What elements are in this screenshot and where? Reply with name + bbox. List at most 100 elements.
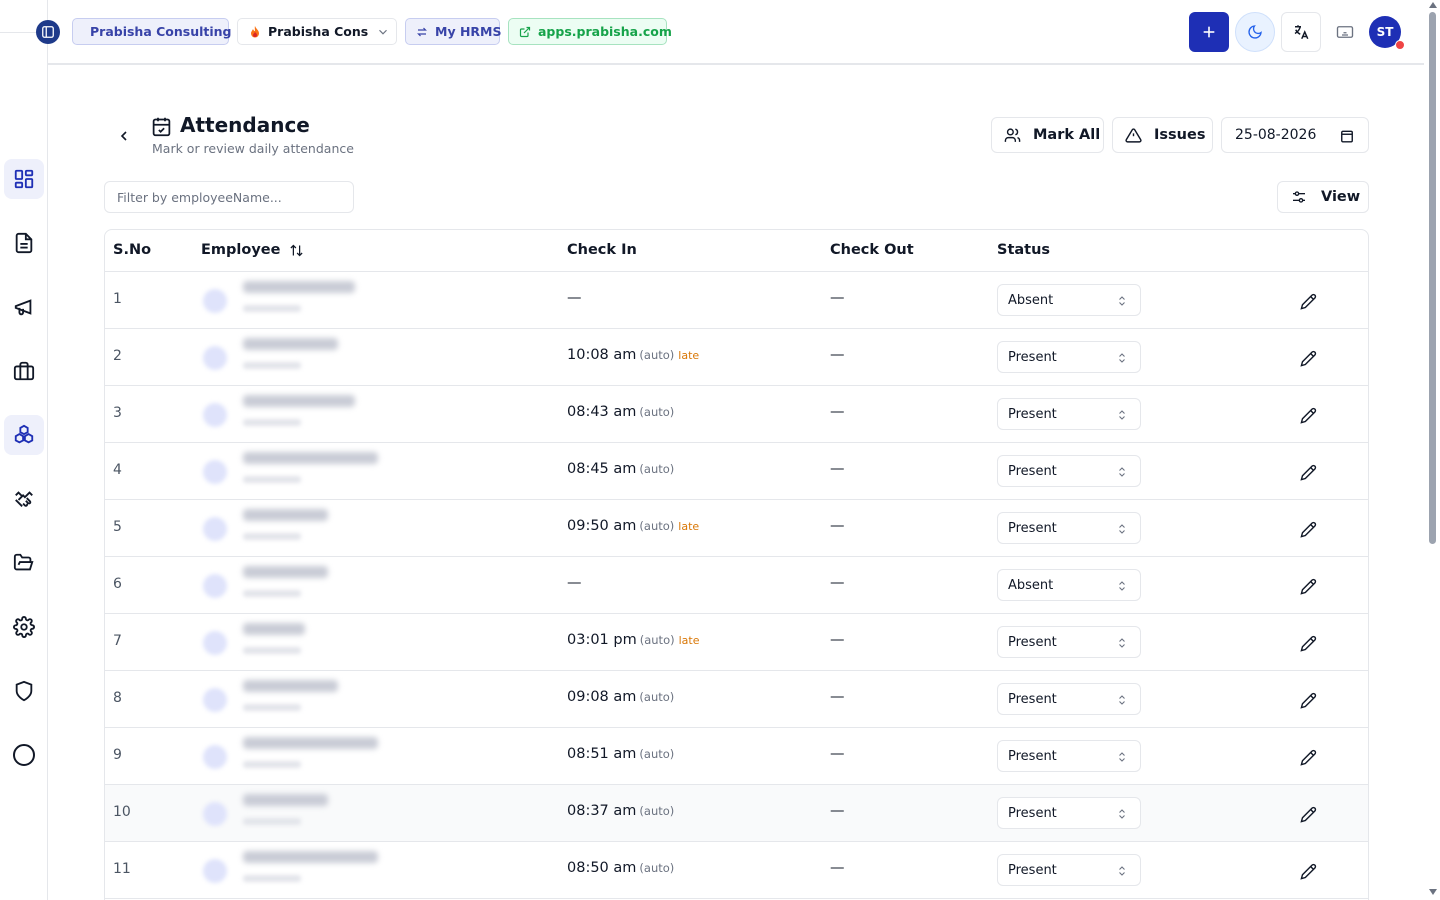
employee-name-redacted[interactable] [243,794,328,806]
edit-button[interactable] [1297,404,1319,426]
sidebar-item-security[interactable] [4,671,44,711]
handshake-icon [15,491,33,507]
organization-chip[interactable]: Prabisha Consulting [72,18,232,45]
user-avatar[interactable]: ST [1369,16,1405,50]
employee-avatar [203,517,227,541]
employee-name-redacted[interactable] [243,509,328,521]
employee-name-redacted[interactable] [243,680,338,692]
check-in-cell: 08:51 am (auto) [567,746,678,762]
page-scrollbar[interactable] [1426,0,1440,900]
status-select[interactable]: Present [997,626,1141,658]
chevron-down-icon [379,29,387,35]
view-options-button[interactable]: View [1277,181,1369,213]
status-select[interactable]: Present [997,455,1141,487]
row-serial-number: 11 [113,861,131,877]
employee-name-redacted[interactable] [243,338,338,350]
sidebar-item-settings[interactable] [4,607,44,647]
edit-button[interactable] [1297,803,1319,825]
check-out-cell: — [830,632,845,648]
employee-avatar [203,460,227,484]
edit-button[interactable] [1297,461,1319,483]
employee-name-redacted[interactable] [243,281,355,293]
check-out-cell: — [830,746,845,762]
employee-name-redacted[interactable] [243,623,305,635]
status-select[interactable]: Present [997,854,1141,886]
pencil-icon [1299,635,1316,652]
sidebar-item-more[interactable] [4,735,44,775]
table-row[interactable]: 11 08:50 am (auto) — Present [105,842,1368,899]
table-row[interactable]: 1 — — Absent [105,272,1368,329]
status-value: Present [1008,406,1057,422]
status-select[interactable]: Present [997,683,1141,715]
chevron-left-icon [120,131,127,141]
sidebar-item-jobs[interactable] [4,351,44,391]
sort-arrows-icon[interactable] [289,242,304,259]
edit-button[interactable] [1297,746,1319,768]
table-row[interactable]: 10 08:37 am (auto) — Present [105,785,1368,842]
sliders-icon [1293,191,1305,203]
edit-button[interactable] [1297,575,1319,597]
table-row[interactable]: 6 — — Absent [105,557,1368,614]
sidebar-item-files[interactable] [4,543,44,583]
table-row[interactable]: 4 08:45 am (auto) — Present [105,443,1368,500]
auto-tag: (auto) [639,519,675,533]
back-button[interactable] [112,124,136,148]
employee-filter-input[interactable] [104,181,354,213]
check-in-cell: — [567,575,589,591]
sidebar-toggle-button[interactable] [36,20,60,44]
employee-name-redacted[interactable] [243,452,378,464]
column-header-employee[interactable]: Employee [201,242,280,258]
employee-id-redacted [243,419,301,426]
language-button[interactable] [1281,12,1321,52]
edit-button[interactable] [1297,860,1319,882]
status-select[interactable]: Absent [997,284,1141,316]
edit-button[interactable] [1297,290,1319,312]
sidebar-item-partners[interactable] [4,479,44,519]
theme-toggle-button[interactable] [1235,12,1275,52]
employee-name-redacted[interactable] [243,851,378,863]
pencil-icon [1299,578,1316,595]
employee-name-redacted[interactable] [243,737,378,749]
status-select[interactable]: Present [997,341,1141,373]
employee-name-redacted[interactable] [243,395,355,407]
sidebar-item-dashboard[interactable] [4,159,44,199]
scrollbar-thumb[interactable] [1429,12,1436,544]
status-select[interactable]: Present [997,512,1141,544]
date-value: 25-08-2026 [1235,127,1317,143]
scroll-up-arrow[interactable] [1429,2,1437,8]
edit-button[interactable] [1297,689,1319,711]
table-row[interactable]: 5 09:50 am (auto) late — Present [105,500,1368,557]
auto-tag: (auto) [639,804,675,818]
scroll-down-arrow[interactable] [1429,889,1437,895]
employee-name-redacted[interactable] [243,566,328,578]
date-picker-input[interactable]: 25-08-2026 [1221,117,1369,153]
sidebar-item-documents[interactable] [4,223,44,263]
check-in-cell: 03:01 pm (auto) late [567,632,699,648]
table-row[interactable]: 2 10:08 am (auto) late — Present [105,329,1368,386]
status-select[interactable]: Absent [997,569,1141,601]
table-row[interactable]: 7 03:01 pm (auto) late — Present [105,614,1368,671]
status-select[interactable]: Present [997,398,1141,430]
table-row[interactable]: 9 08:51 am (auto) — Present [105,728,1368,785]
page-title: Attendance [180,113,310,137]
status-select[interactable]: Present [997,797,1141,829]
company-select[interactable]: Prabisha Cons... [237,18,397,45]
mark-all-button[interactable]: Mark All [991,117,1104,153]
status-value: Absent [1008,292,1054,308]
edit-button[interactable] [1297,347,1319,369]
app-link[interactable]: apps.prabisha.com [508,18,672,45]
sidebar-item-modules[interactable] [4,415,44,455]
edit-button[interactable] [1297,518,1319,540]
edit-button[interactable] [1297,632,1319,654]
table-row[interactable]: 8 09:08 am (auto) — Present [105,671,1368,728]
sidebar-item-announcements[interactable] [4,287,44,327]
table-row[interactable]: 3 08:43 am (auto) — Present [105,386,1368,443]
auto-tag: (auto) [639,462,675,476]
add-button[interactable] [1189,12,1229,52]
issues-button[interactable]: Issues [1112,117,1213,153]
check-in-time: 08:51 am [567,746,637,762]
keyboard-shortcuts-button[interactable] [1325,12,1365,52]
status-select[interactable]: Present [997,740,1141,772]
my-hrms-button[interactable]: My HRMS [405,18,501,45]
issues-label: Issues [1154,127,1206,143]
